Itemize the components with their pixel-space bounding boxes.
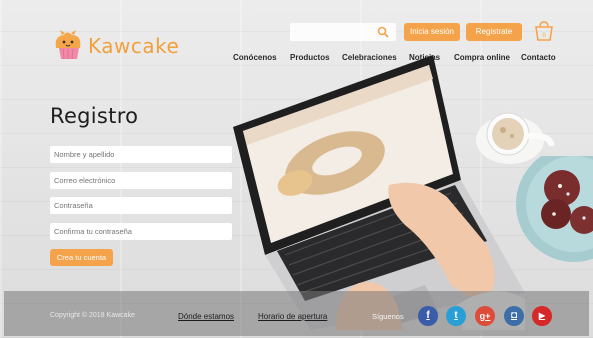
register-button[interactable]: Registrate bbox=[466, 23, 522, 41]
footer-link-hours[interactable]: Horario de apertura bbox=[258, 312, 327, 321]
youtube-icon[interactable]: ▶ bbox=[532, 306, 552, 326]
cookies-plate-image bbox=[516, 156, 593, 262]
google-plus-icon[interactable]: g+ bbox=[475, 306, 495, 326]
page: Kawcake Inicia sesión Registrate 0 Conóc… bbox=[0, 0, 593, 338]
footer-link-locations[interactable]: Dónde estamos bbox=[178, 312, 234, 321]
cart-icon: 0 bbox=[535, 21, 553, 41]
twitter-icon[interactable]: t bbox=[446, 306, 466, 326]
search-icon[interactable] bbox=[377, 26, 389, 38]
facebook-icon[interactable]: f bbox=[418, 306, 438, 326]
nav-item-contacto[interactable]: Contacto bbox=[521, 53, 556, 62]
page-title: Registro bbox=[50, 104, 139, 128]
cart-button[interactable]: 0 bbox=[534, 20, 554, 47]
instagram-icon[interactable]: ◘ bbox=[504, 306, 524, 326]
email-field[interactable] bbox=[50, 172, 232, 189]
follow-us-label: Síguenos bbox=[372, 312, 404, 321]
search-input[interactable] bbox=[290, 23, 396, 41]
create-account-button[interactable]: Crea tu cuenta bbox=[50, 249, 113, 266]
laptop-image bbox=[233, 55, 525, 330]
confirm-password-field[interactable] bbox=[50, 223, 232, 240]
password-field[interactable] bbox=[50, 197, 232, 214]
name-field[interactable] bbox=[50, 146, 232, 163]
login-button[interactable]: Inicia sesión bbox=[404, 23, 460, 41]
cart-count: 0 bbox=[542, 33, 546, 39]
copyright-text: Copyright © 2018 Kawcake bbox=[50, 312, 135, 319]
